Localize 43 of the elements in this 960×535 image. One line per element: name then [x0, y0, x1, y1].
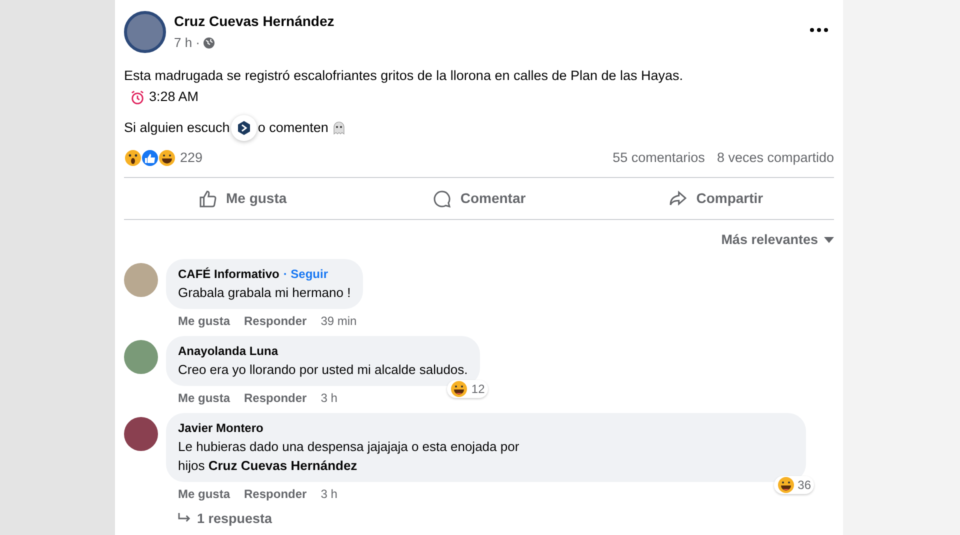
- post-text: o comenten: [258, 119, 328, 138]
- overlay-badge-icon[interactable]: [230, 115, 257, 142]
- like-link[interactable]: Me gusta: [178, 484, 230, 502]
- reaction-count[interactable]: 229: [180, 148, 203, 168]
- time-text: 3:28 AM: [149, 88, 199, 106]
- share-button[interactable]: Compartir: [597, 182, 834, 216]
- like-link[interactable]: Me gusta: [178, 312, 230, 330]
- post-text: Si alguien escuch: [124, 119, 230, 138]
- comment-button[interactable]: Comentar: [360, 182, 598, 216]
- comment-time: 39 min: [320, 312, 357, 330]
- comment-time: 3 h: [320, 486, 338, 502]
- avatar[interactable]: [124, 11, 166, 53]
- comment-text: Le hubieras dado una despensa jajajaja o esta enojada por: [178, 438, 520, 456]
- post-text: Esta madrugada se registró escalofriantes gritos de la llorona en calles de Plan de las Hayas.: [124, 67, 684, 85]
- sort-dropdown[interactable]: Más relevantes: [721, 230, 834, 250]
- like-link[interactable]: Me gusta: [178, 388, 230, 406]
- follow-link[interactable]: · Seguir: [283, 264, 328, 282]
- replies-link[interactable]: 1 respuesta: [178, 508, 272, 529]
- like-button[interactable]: Me gusta: [124, 182, 361, 216]
- comment-text: Grabala grabala mi hermano !: [178, 284, 351, 302]
- comments-count[interactable]: 55 comentarios: [612, 148, 705, 168]
- reaction-icons: [124, 149, 176, 168]
- globe-icon: [203, 36, 216, 48]
- commenter-name[interactable]: CAFÉ Informativo: [178, 264, 280, 282]
- commenter-name[interactable]: Anayolanda Luna: [178, 342, 278, 360]
- shares-count[interactable]: 8 veces compartido: [716, 148, 834, 168]
- comment-time: 3 h: [320, 390, 338, 406]
- speech-bubble-icon: [432, 188, 452, 209]
- more-options-icon[interactable]: [810, 28, 828, 32]
- author-name[interactable]: Cruz Cuevas Hernández: [174, 12, 334, 30]
- ghost-icon: [332, 121, 346, 136]
- avatar[interactable]: [124, 416, 158, 450]
- caret-icon: [824, 237, 834, 244]
- comment-text: Creo era yo llorando por usted mi alcalde saludos.: [178, 360, 468, 378]
- alarm-clock-icon: [130, 90, 145, 105]
- reply-link[interactable]: Responder: [244, 388, 307, 406]
- post-time[interactable]: 7 h ·: [174, 32, 200, 52]
- comment-text: hijos Cruz Cuevas Hernández: [178, 456, 358, 474]
- reply-link[interactable]: Responder: [244, 484, 307, 502]
- thumbs-up-icon: [198, 188, 218, 209]
- commenter-name[interactable]: Javier Montero: [178, 418, 264, 436]
- reply-arrow-icon: [178, 513, 191, 524]
- reply-link[interactable]: Responder: [244, 312, 307, 330]
